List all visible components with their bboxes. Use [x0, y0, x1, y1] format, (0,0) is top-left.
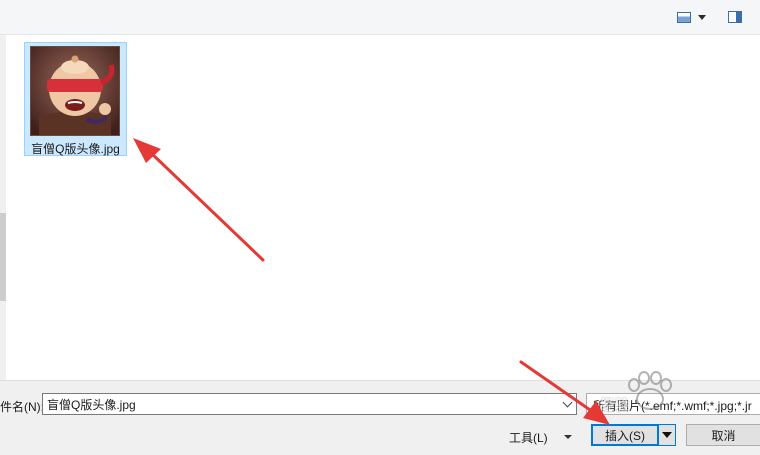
preview-pane-button[interactable]	[724, 8, 746, 26]
image-thumbnail	[30, 46, 120, 136]
filename-dropdown-button[interactable]	[558, 394, 576, 414]
insert-options-dropdown[interactable]	[658, 424, 676, 446]
filename-input[interactable]	[42, 393, 577, 415]
change-view-icon	[676, 11, 691, 23]
insert-button-label: 插入(S)	[605, 428, 645, 443]
tools-button[interactable]: 工具(L)	[504, 428, 580, 446]
watermark: 经验	[592, 371, 742, 423]
paw-logo-icon	[628, 371, 672, 410]
caret-down-icon	[563, 435, 572, 439]
watermark-text: 经验	[600, 397, 630, 413]
tools-button-label: 工具(L)	[509, 430, 548, 445]
caret-down-icon	[662, 432, 672, 438]
file-name-label: 盲僧Q版头像.jpg	[31, 142, 120, 156]
file-item-selected[interactable]: 盲僧Q版头像.jpg	[24, 42, 127, 156]
insert-button[interactable]: 插入(S)	[591, 424, 659, 446]
preview-pane-icon	[728, 11, 742, 23]
file-list-area[interactable]: 盲僧Q版头像.jpg	[6, 35, 760, 380]
chevron-down-icon	[697, 14, 706, 20]
cancel-button[interactable]: 取消	[686, 424, 760, 446]
filename-label: 件名(N):	[0, 400, 44, 414]
cancel-button-label: 取消	[711, 428, 736, 443]
chevron-down-icon	[562, 397, 572, 408]
change-view-button[interactable]	[670, 8, 712, 26]
dialog-toolbar	[0, 0, 760, 35]
